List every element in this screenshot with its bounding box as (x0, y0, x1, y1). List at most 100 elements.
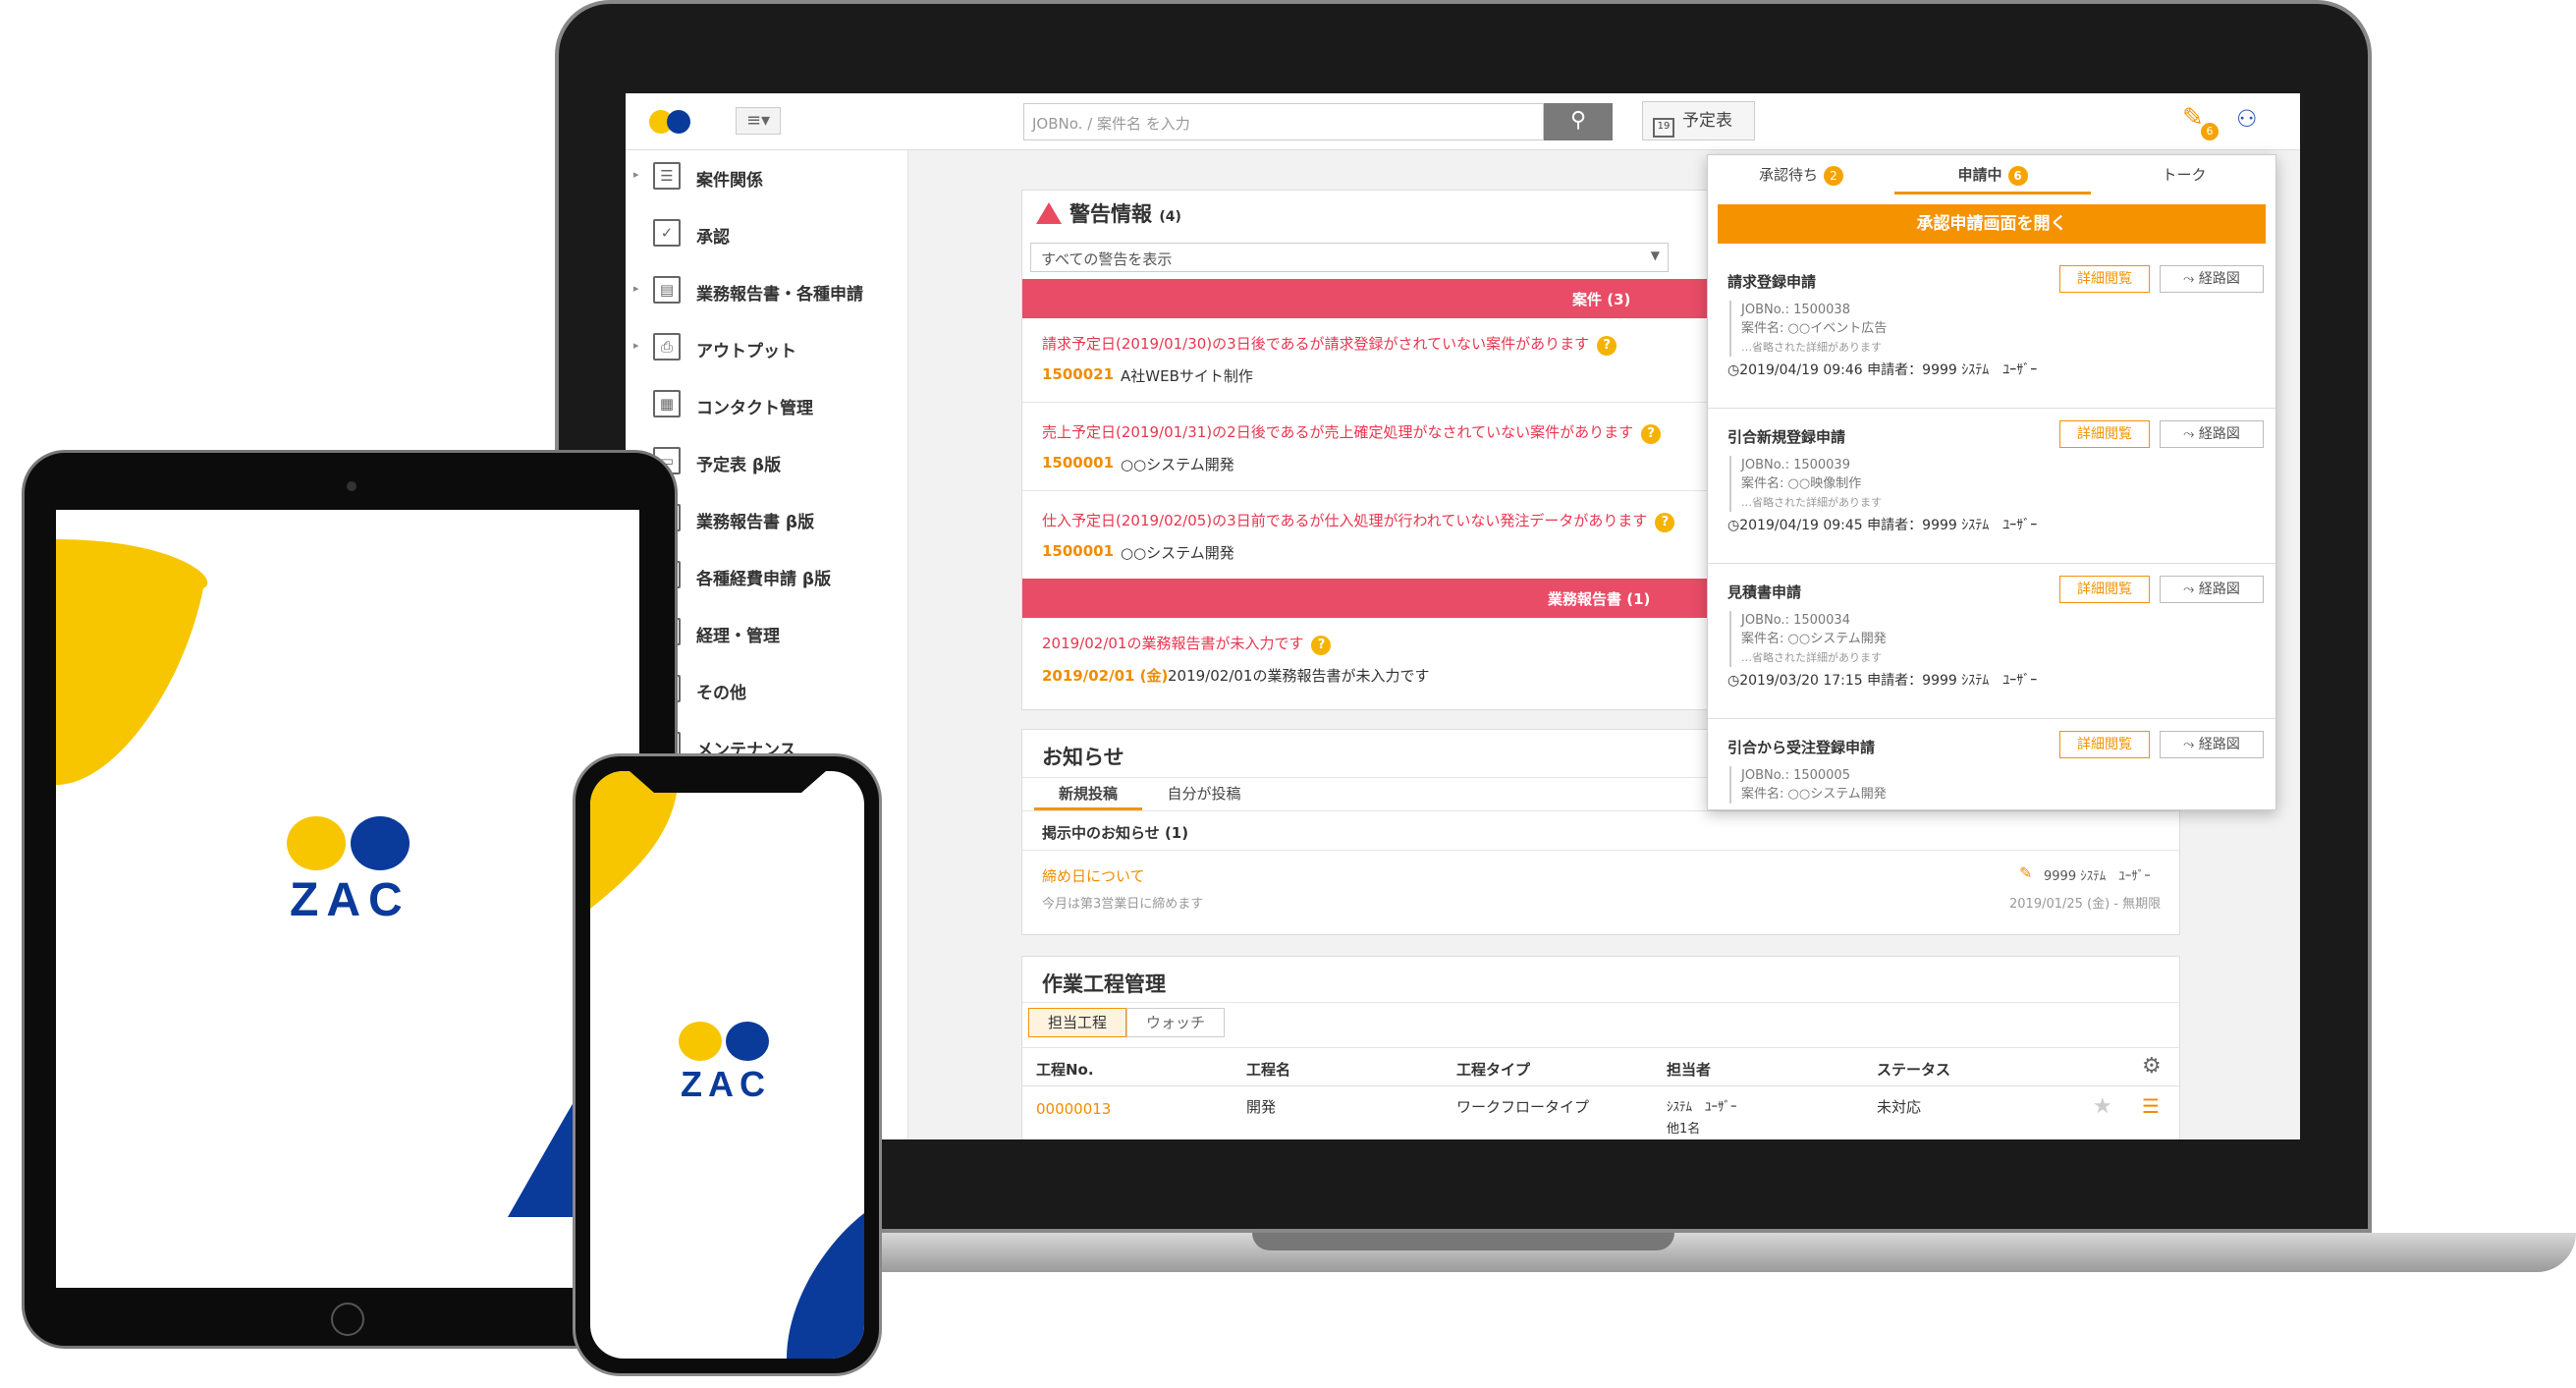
report-desc: 2019/02/01の業務報告書が未入力です (1168, 667, 1430, 685)
route-map-button[interactable]: ⤳ 経路図 (2160, 265, 2264, 293)
help-icon[interactable]: ? (1655, 513, 1675, 532)
process-type: ワークフロータイプ (1456, 1098, 1590, 1116)
warning-item-link[interactable]: 仕入予定日(2019/02/05)の3日前であるが仕入処理が行われていない発注デ… (1042, 510, 1675, 532)
application-popup: 承認待ち 2 申請中 6 トーク 承認申請画面を開く 請求登録申請 詳細閲覧 ⤳ 経… (1707, 154, 2276, 810)
count-badge: 2 (1824, 166, 1843, 186)
route-map-button[interactable]: ⤳ 経路図 (2160, 731, 2264, 758)
route-icon: ⤳ (2183, 271, 2199, 287)
job-name: ○○システム開発 (1121, 456, 1234, 473)
laptop-notch (1252, 1233, 1674, 1250)
sidebar-item-contact[interactable]: ▦ コンタクト管理 (626, 378, 908, 433)
list-icon: ☰ (653, 162, 681, 190)
process-name: 開発 (1246, 1098, 1277, 1116)
column-header: 工程No. (1036, 1061, 1094, 1079)
logo-blue-dot (726, 1022, 769, 1061)
route-map-button[interactable]: ⤳ 経路図 (2160, 576, 2264, 603)
tab-talk[interactable]: トーク (2091, 155, 2277, 194)
tab-awaiting-approval[interactable]: 承認待ち 2 (1708, 155, 1894, 194)
contact-icon: ▦ (653, 390, 681, 417)
search-icon: ⚲ (1569, 108, 1587, 133)
pencil-icon: ✎ (2019, 863, 2033, 882)
warning-count: (4) (1159, 209, 1181, 225)
warning-item-link[interactable]: 売上予定日(2019/01/31)の2日後であるが売上確定処理がなされていない案… (1042, 421, 1662, 444)
logo-text: ZAC (290, 874, 411, 926)
warning-item-link[interactable]: 請求予定日(2019/01/30)の3日後であるが請求登録がされていない案件があ… (1042, 333, 1617, 356)
expand-arrow-icon: ▸ (633, 282, 639, 295)
warning-text: 2019/02/01の業務報告書が未入力です (1042, 635, 1304, 652)
schedule-button[interactable]: 19 予定表 (1642, 101, 1755, 140)
column-header: 担当者 (1667, 1061, 1712, 1079)
warning-filter-select[interactable]: すべての警告を表示 ▼ (1030, 243, 1669, 272)
help-icon[interactable]: ? (1311, 636, 1332, 655)
detail-view-button[interactable]: 詳細閲覧 (2059, 731, 2150, 758)
warning-text: 請求予定日(2019/01/30)の3日後であるが請求登録がされていない案件があ… (1042, 335, 1590, 353)
printer-icon: ⎙ (653, 333, 681, 361)
open-approval-screen-button[interactable]: 承認申請画面を開く (1718, 204, 2266, 244)
job-name: ○○システム開発 (1121, 544, 1234, 562)
process-number-link[interactable]: 00000013 (1036, 1100, 1111, 1118)
pin-badge: 6 (2201, 123, 2219, 140)
tab-my-posts[interactable]: 自分が投稿 (1150, 777, 1258, 810)
warning-filter-value: すべての警告を表示 (1041, 250, 1173, 268)
star-icon[interactable]: ★ (2093, 1094, 2112, 1119)
sidebar-item-reports[interactable]: ▸ ▤ 業務報告書・各種申請 (626, 264, 908, 319)
sidebar-item-label: 承認 (696, 228, 730, 248)
logo-yellow-dot (287, 816, 346, 870)
check-icon: ✓ (653, 219, 681, 247)
logo-text: ZAC (681, 1064, 771, 1104)
table-row[interactable]: 00000013 開発 ワークフロータイプ ｼｽﾃﾑ ﾕｰｻﾞｰ 他1名 未対応… (1022, 1086, 2179, 1139)
gear-icon[interactable]: ⚙ (2142, 1054, 2162, 1079)
tab-assigned[interactable]: 担当工程 (1028, 1008, 1126, 1037)
detail-view-button[interactable]: 詳細閲覧 (2059, 265, 2150, 293)
detail-view-button[interactable]: 詳細閲覧 (2059, 576, 2150, 603)
project-warning-header-label: 案件 (3) (1572, 291, 1631, 308)
user-switch-icon[interactable]: ⚇ (2236, 105, 2258, 133)
tab-applying[interactable]: 申請中 6 (1894, 155, 2091, 194)
request-title: 引合から受注登録申請 (1727, 739, 1876, 756)
detail-view-button[interactable]: 詳細閲覧 (2059, 420, 2150, 448)
request-meta: JOBNo.: 1500039 案件名: ○○映像制作 …省略された詳細があります (1729, 456, 1882, 512)
calendar-icon: 19 (1653, 118, 1674, 138)
clock-icon: ◷ (1727, 673, 1740, 689)
report-date-link[interactable]: 2019/02/01 (金) (1042, 665, 1168, 686)
tablet-camera (347, 481, 356, 491)
notice-author: 9999 ｼｽﾃﾑ ﾕｰｻﾞｰ (2044, 869, 2151, 884)
table-header: 工程No. 工程名 工程タイプ 担当者 ステータス ⚙ (1022, 1047, 2179, 1086)
help-icon[interactable]: ? (1641, 424, 1662, 444)
chevron-down-icon: ▼ (1650, 249, 1660, 262)
process-person-more: 他1名 (1667, 1122, 1701, 1137)
sidebar-item-label: 業務報告書 β版 (696, 513, 815, 532)
request-meta: JOBNo.: 1500038 案件名: ○○イベント広告 …省略された詳細がありま… (1729, 301, 1887, 357)
search-button[interactable]: ⚲ (1544, 103, 1613, 140)
phone-screen: ZAC (590, 771, 864, 1359)
sidebar-item-label: 業務報告書・各種申請 (696, 285, 863, 305)
column-header: 工程タイプ (1456, 1061, 1531, 1079)
warning-title: 警告情報 (4) (1036, 198, 1181, 228)
sidebar-item-output[interactable]: ▸ ⎙ アウトプット (626, 321, 908, 376)
menu-toggle-button[interactable]: ≡▾ (736, 107, 781, 135)
process-title: 作業工程管理 (1042, 972, 1166, 996)
report-warning-header-label: 業務報告書 (1) (1548, 590, 1651, 608)
job-number-link[interactable]: 1500001 (1042, 454, 1114, 472)
notice-title: お知らせ (1042, 746, 1124, 769)
help-icon[interactable]: ? (1597, 336, 1617, 356)
request-title: 見積書申請 (1727, 583, 1802, 601)
sidebar-item-cases[interactable]: ▸ ☰ 案件関係 (626, 150, 908, 205)
sidebar-item-approval[interactable]: ✓ 承認 (626, 207, 908, 262)
expand-arrow-icon: ▸ (633, 168, 639, 181)
tab-watch[interactable]: ウォッチ (1126, 1008, 1225, 1037)
report-warning-link[interactable]: 2019/02/01の業務報告書が未入力です? (1042, 633, 1332, 655)
menu-lines-icon[interactable]: ☰ (2142, 1094, 2160, 1118)
job-number-link[interactable]: 1500021 (1042, 365, 1114, 383)
column-header: 工程名 (1246, 1061, 1291, 1079)
divider (1022, 850, 2179, 851)
notice-item-link[interactable]: 締め日について (1042, 865, 1145, 886)
search-input[interactable]: JOBNo. / 案件名 を入力 (1023, 103, 1544, 140)
tab-new-posts[interactable]: 新規投稿 (1034, 777, 1142, 810)
logo-blue-dot (351, 816, 410, 870)
job-name: A社WEBサイト制作 (1121, 367, 1253, 385)
route-map-button[interactable]: ⤳ 経路図 (2160, 420, 2264, 448)
request-footer: ◷2019/03/20 17:15 申請者：9999 ｼｽﾃﾑ ﾕｰｻﾞｰ (1727, 673, 2038, 689)
request-footer: ◷2019/04/19 09:45 申請者：9999 ｼｽﾃﾑ ﾕｰｻﾞｰ (1727, 518, 2038, 533)
job-number-link[interactable]: 1500001 (1042, 542, 1114, 560)
